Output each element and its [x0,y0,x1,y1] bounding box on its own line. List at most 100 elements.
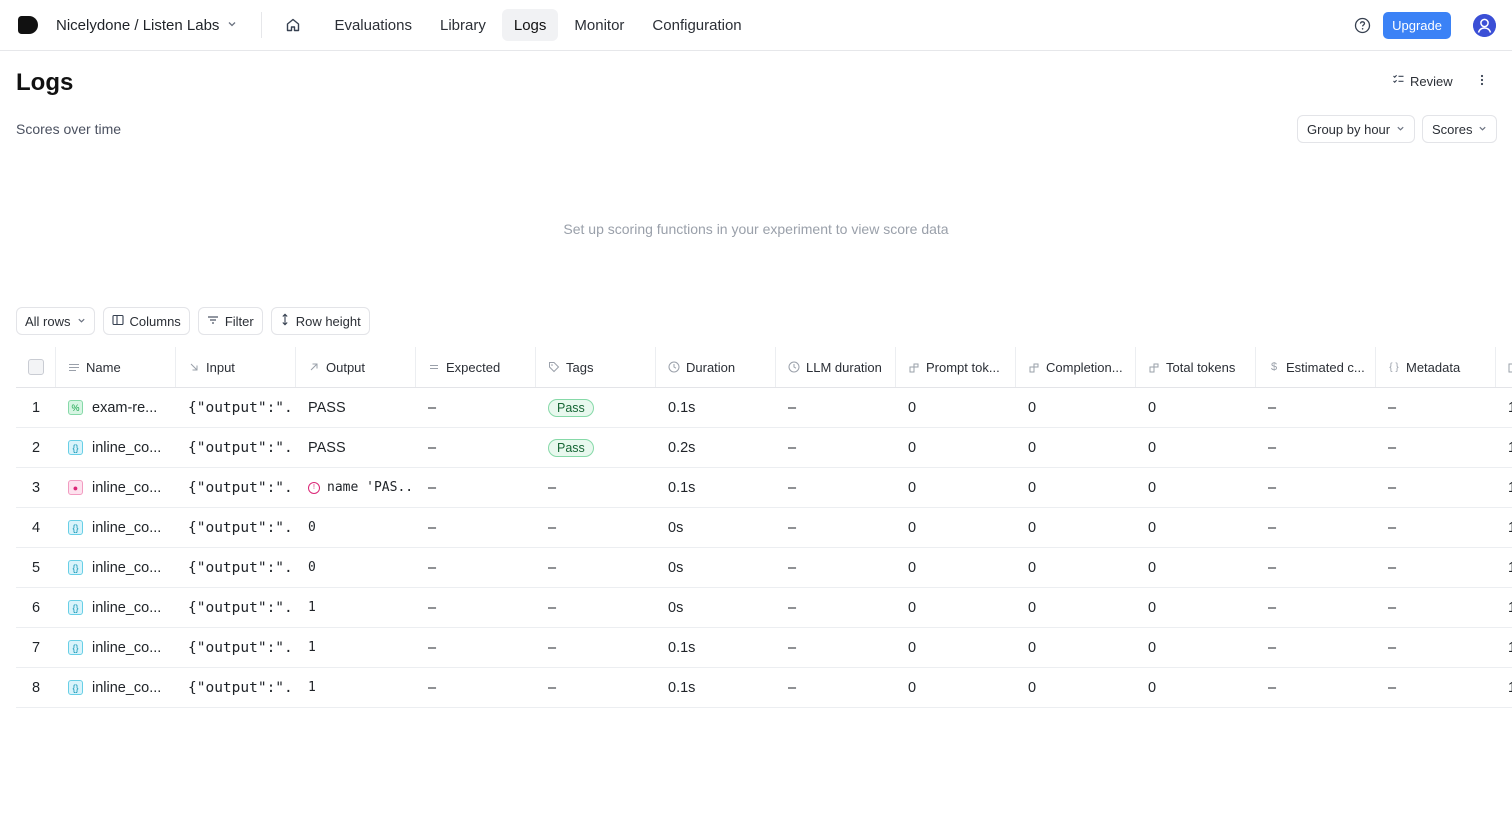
column-header-expected[interactable]: Expected [416,347,536,387]
nav-tab-configuration[interactable]: Configuration [640,9,753,41]
cell-prompt-tokens: 0 [908,399,917,416]
cell-estimated-cost: – [1268,519,1277,536]
user-avatar[interactable] [1473,13,1496,37]
cell-total-tokens: 0 [1148,559,1157,576]
row-number: 2 [31,439,41,456]
percent-icon: % [68,400,83,415]
row-number: 5 [31,559,41,576]
row-height-icon [280,313,290,329]
cell-llm-duration: – [788,599,797,616]
table-row[interactable]: 1 % exam-re... {"output":"... PASS – Pas… [16,388,1512,428]
cell-duration: 0.1s [668,479,696,496]
cell-name: % exam-re... [56,388,176,427]
cell-expected: – [428,599,437,616]
cell-duration: 0.1s [668,679,696,696]
column-header-tags[interactable]: Tags [536,347,656,387]
table-row[interactable]: 3 ● inline_co... {"output":"... ! name 'P… [16,468,1512,508]
cell-metadata: – [1388,639,1397,656]
column-header-input[interactable]: Input [176,347,296,387]
upgrade-button[interactable]: Upgrade [1383,11,1451,39]
group-by-dropdown[interactable]: Group by hour [1297,115,1416,143]
row-number: 3 [31,479,41,496]
cell-output: 0 [308,520,316,535]
cell-overflow: 1 [1496,588,1512,627]
column-header-metadata[interactable]: { } Metadata [1376,347,1496,387]
cell-total-tokens: 0 [1148,599,1157,616]
column-header-label: Output [326,359,366,375]
more-options-icon[interactable] [1474,71,1490,89]
cell-name: ● inline_co... [56,468,176,507]
cell-overflow: 1 [1496,388,1512,427]
table-row[interactable]: 5 {} inline_co... {"output":"... 0 – – 0… [16,548,1512,588]
tag-pill[interactable]: Pass [548,438,594,457]
review-label: Review [1410,73,1453,89]
select-all-checkbox[interactable] [27,359,44,375]
cell-prompt-tokens: 0 [908,559,917,576]
column-header-completion-tokens[interactable]: Completion... [1016,347,1136,387]
table-row[interactable]: 4 {} inline_co... {"output":"... 0 – – 0… [16,508,1512,548]
clock-icon [788,361,800,373]
cell-llm-duration: – [788,439,797,456]
cell-metadata: – [1388,399,1397,416]
cell-output: 0 [308,560,316,575]
filter-label: Filter [224,313,254,329]
tag-pill[interactable]: Pass [548,398,594,417]
column-header-estimated-cost[interactable]: $ Estimated c... [1256,347,1376,387]
arrow-down-right-icon [188,362,200,372]
org-switcher[interactable]: Nicelydone / Listen Labs [56,17,237,34]
cell-duration: 0s [668,559,684,576]
cell-metadata: – [1388,559,1397,576]
filter-button[interactable]: Filter [197,307,263,335]
help-icon[interactable] [1353,16,1371,34]
org-label: Nicelydone / Listen Labs [56,16,220,34]
column-header-llm-duration[interactable]: LLM duration [776,347,896,387]
cell-overflow: 1 [1496,628,1512,667]
columns-button[interactable]: Columns [102,307,190,335]
cell-prompt-tokens: 0 [908,519,917,536]
table-row[interactable]: 7 {} inline_co... {"output":"... 1 – – 0… [16,628,1512,668]
error-icon: ● [68,480,83,495]
nav-tab-evaluations[interactable]: Evaluations [322,9,424,41]
column-header-output[interactable]: Output [296,347,416,387]
nav-tab-logs[interactable]: Logs [501,9,559,41]
column-header-prompt-tokens[interactable]: Prompt tok... [896,347,1016,387]
column-header-duration[interactable]: Duration [656,347,776,387]
home-icon[interactable] [280,12,306,38]
nav-tab-library[interactable]: Library [428,9,498,41]
braces-icon: {} [68,440,83,455]
tokens-icon [908,362,920,373]
cell-overflow: 1 [1496,548,1512,587]
cell-name: {} inline_co... [56,548,176,587]
braces-icon: {} [68,680,83,695]
table-row[interactable]: 8 {} inline_co... {"output":"... 1 – – 0… [16,668,1512,708]
cell-output: 1 [308,680,316,695]
column-header-name[interactable]: Name [56,347,176,387]
output-value: name 'PAS... [327,480,416,495]
cell-input: {"output":"... [188,599,296,616]
all-rows-dropdown[interactable]: All rows [16,307,95,335]
column-header-label: Total tokens [1166,359,1236,375]
cell-expected: – [428,519,437,536]
braces-icon: {} [68,640,83,655]
cell-overflow: 1 [1496,508,1512,547]
review-icon [1392,73,1405,89]
cell-llm-duration: – [788,639,797,656]
column-header-label: Estimated c... [1286,359,1365,375]
column-header-total-tokens[interactable]: Total tokens [1136,347,1256,387]
nav-tab-monitor[interactable]: Monitor [562,9,636,41]
filter-icon [207,314,219,329]
cell-output: 1 [308,600,316,615]
chevron-down-icon [227,19,237,32]
cell-completion-tokens: 0 [1028,479,1037,496]
cell-overflow: 1 [1496,428,1512,467]
review-button[interactable]: Review [1392,71,1453,91]
cell-prompt-tokens: 0 [908,479,917,496]
scores-dropdown[interactable]: Scores [1422,115,1498,143]
cell-input: {"output":"... [188,519,296,536]
cell-completion-tokens: 0 [1028,399,1037,416]
table-row[interactable]: 6 {} inline_co... {"output":"... 1 – – 0… [16,588,1512,628]
row-height-button[interactable]: Row height [270,307,370,335]
cell-completion-tokens: 0 [1028,679,1037,696]
app-logo[interactable] [18,16,38,34]
table-row[interactable]: 2 {} inline_co... {"output":"... PASS – … [16,428,1512,468]
